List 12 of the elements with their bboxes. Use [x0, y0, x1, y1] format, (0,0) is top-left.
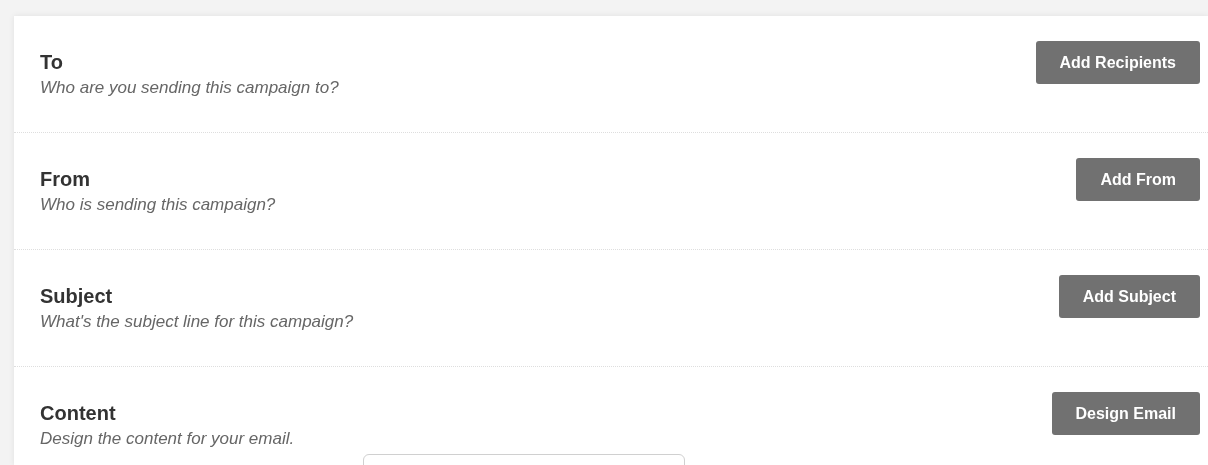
section-description: What's the subject line for this campaign? — [40, 311, 354, 333]
section-description: Design the content for your email. — [40, 428, 295, 450]
section-title: To — [40, 50, 64, 75]
section-title: Content — [40, 401, 117, 426]
action-button[interactable]: Design Email — [1051, 392, 1200, 435]
action-button[interactable]: Add From — [1076, 158, 1200, 201]
section-title: From — [40, 167, 91, 192]
action-button[interactable]: Add Recipients — [1035, 41, 1200, 84]
section-description: Who are you sending this campaign to? — [40, 77, 339, 99]
section-description: Who is sending this campaign? — [40, 194, 276, 216]
action-button[interactable]: Add Subject — [1058, 275, 1200, 318]
section-title: Subject — [40, 284, 114, 309]
